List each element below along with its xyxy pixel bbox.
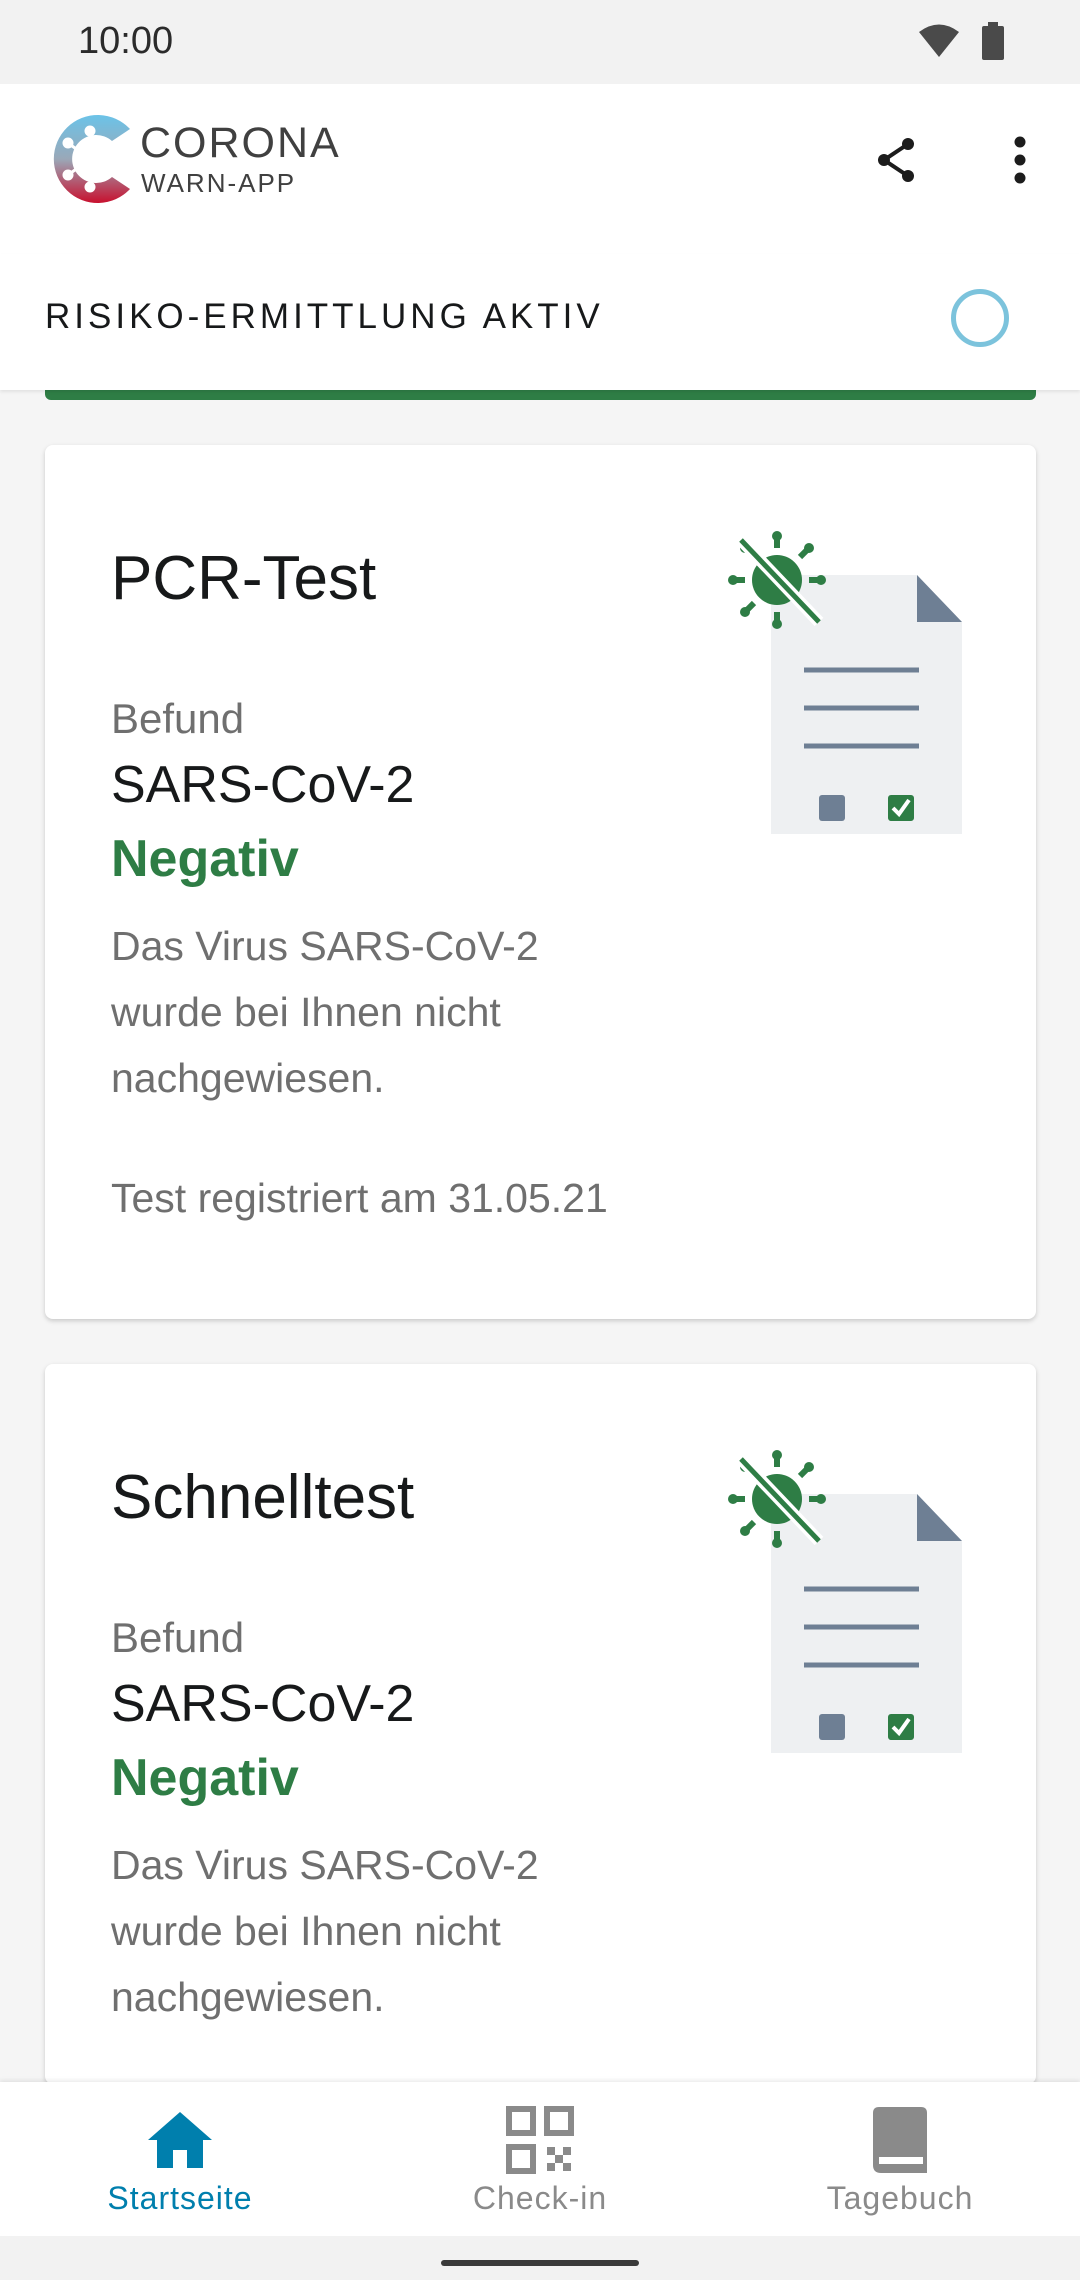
registration-date: Test registriert am 31.05.21 <box>111 1175 608 1221</box>
result-description: Das Virus SARS-CoV-2 wurde bei Ihnen nic… <box>111 1842 539 2020</box>
bottom-navigation: Startseite Check-in Tagebuch <box>0 2082 1080 2236</box>
test-result: Negativ <box>111 830 299 888</box>
nav-label: Startseite <box>107 2180 253 2216</box>
befund-label: Befund <box>111 1614 245 1661</box>
pcr-test-card[interactable]: PCR-Test Befund SARS-CoV-2 Negativ Das V… <box>45 445 1036 1319</box>
status-time: 10:00 <box>78 20 174 62</box>
loading-spinner-icon <box>951 289 1009 347</box>
card-title: Schnelltest <box>111 1463 415 1532</box>
more-options-button[interactable] <box>992 132 1048 188</box>
home-icon <box>144 2104 216 2176</box>
book-icon <box>864 2104 936 2176</box>
app-bar: CORONA WARN-APP <box>0 84 1080 254</box>
rapid-test-card[interactable]: Schnelltest Befund SARS-CoV-2 Negativ Da… <box>45 1364 1036 2084</box>
test-result: Negativ <box>111 1749 299 1807</box>
befund-label: Befund <box>111 695 245 742</box>
wifi-icon <box>918 23 960 64</box>
negative-result-illustration-icon <box>727 530 987 840</box>
system-gesture-area <box>0 2236 1080 2280</box>
qr-code-icon <box>504 2104 576 2176</box>
result-description: Das Virus SARS-CoV-2 wurde bei Ihnen nic… <box>111 923 539 1101</box>
card-title: PCR-Test <box>111 544 377 613</box>
virus-name: SARS-CoV-2 <box>111 1675 415 1733</box>
corona-warn-app-logo <box>42 109 138 209</box>
battery-icon <box>982 22 1004 65</box>
nav-item-tagebuch[interactable]: Tagebuch <box>720 2082 1080 2236</box>
share-icon <box>878 138 914 182</box>
nav-item-check-in[interactable]: Check-in <box>360 2082 720 2236</box>
status-icons <box>918 22 1004 65</box>
nav-label: Tagebuch <box>826 2180 974 2216</box>
more-vert-icon <box>1014 136 1026 184</box>
negative-result-illustration-icon <box>727 1449 987 1759</box>
share-button[interactable] <box>868 132 924 188</box>
virus-name: SARS-CoV-2 <box>111 756 415 814</box>
brand-subtitle: WARN-APP <box>141 168 297 198</box>
risk-status-bar[interactable]: RISIKO-ERMITTLUNG AKTIV <box>0 254 1080 390</box>
nav-label: Check-in <box>472 2180 608 2216</box>
status-bar: 10:00 <box>0 0 1080 84</box>
risk-status-label: RISIKO-ERMITTLUNG AKTIV <box>45 297 604 336</box>
nav-item-startseite[interactable]: Startseite <box>0 2082 360 2236</box>
gesture-handle[interactable] <box>441 2260 639 2266</box>
brand-title: CORONA <box>140 119 341 167</box>
